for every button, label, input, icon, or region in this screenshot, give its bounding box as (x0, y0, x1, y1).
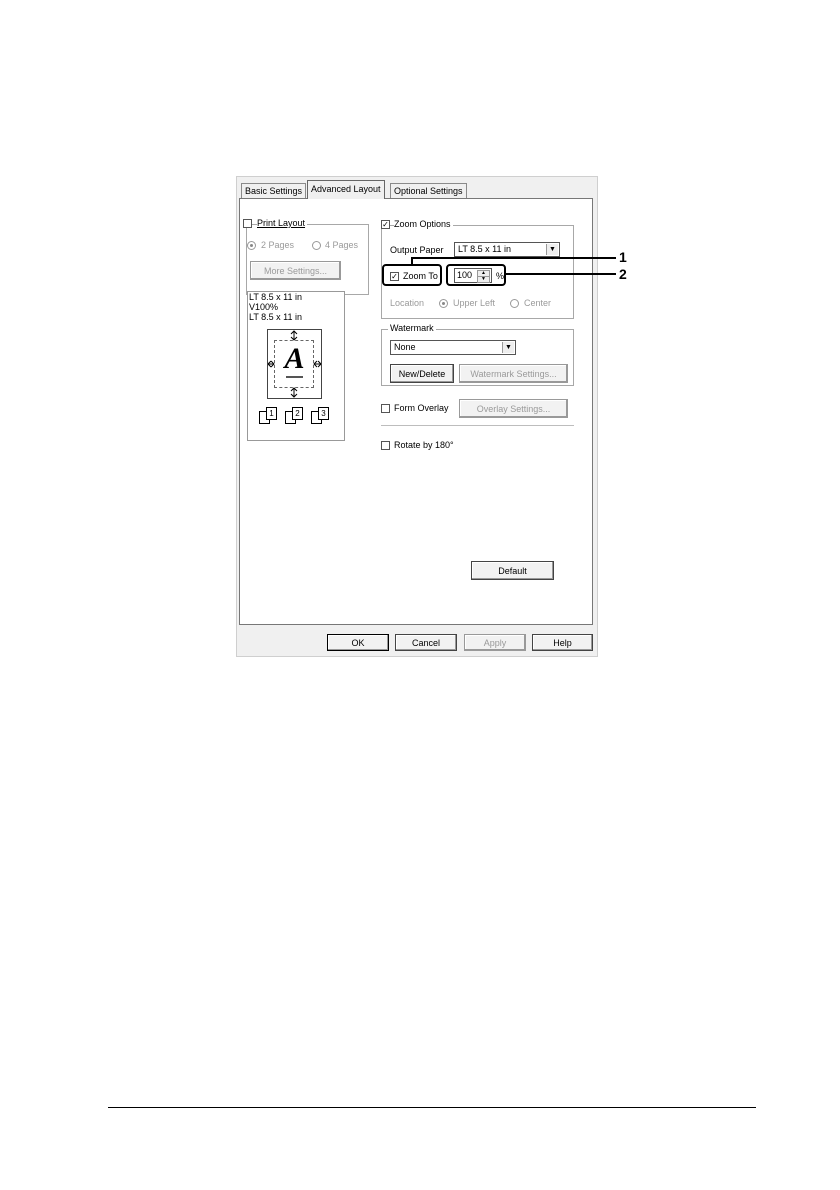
callout-number-1: 1 (619, 249, 627, 265)
callout-number-2: 2 (619, 266, 627, 282)
page-footer-rule (108, 1107, 756, 1108)
callout-lines (411, 257, 616, 275)
tab-advanced-layout[interactable]: Advanced Layout (307, 180, 385, 199)
